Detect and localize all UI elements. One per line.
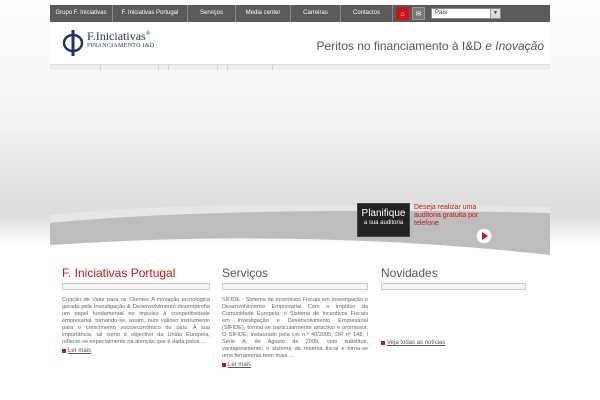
mail-icon[interactable]: ✉ bbox=[412, 7, 425, 20]
logo-mark-icon[interactable] bbox=[62, 29, 84, 57]
play-arrow-icon[interactable] bbox=[476, 228, 492, 244]
read-more-link[interactable]: Ler mais bbox=[222, 362, 368, 368]
column-text: Criação de Valor para os Clientes A inov… bbox=[62, 297, 210, 345]
sub-nav-strip bbox=[50, 65, 550, 70]
nav-item-carreiras[interactable]: Carreiras bbox=[291, 5, 341, 22]
column-title: F. Iniciativas Portugal bbox=[62, 266, 176, 280]
logo-name: F.Iniciativas® bbox=[87, 29, 151, 43]
nav-item-grupo[interactable]: Grupo F. Iniciativas bbox=[50, 5, 113, 22]
audit-cta-box[interactable]: Planifique a sua auditoria bbox=[357, 203, 410, 237]
column-novidades: Novidades Veja todas as notícias bbox=[381, 266, 526, 346]
cta-title: Planifique bbox=[361, 208, 406, 219]
country-select[interactable]: País ▼ bbox=[431, 8, 501, 19]
bullet-icon bbox=[381, 341, 385, 345]
nav-item-contactos[interactable]: Contactos bbox=[341, 5, 393, 22]
cta-text: Deseja realizar uma auditoria gratuita p… bbox=[414, 204, 479, 227]
column-divider bbox=[62, 283, 210, 290]
tagline: Peritos no financiamento à I&D e Inovaçã… bbox=[316, 39, 544, 53]
read-more-link[interactable]: Ler mais bbox=[62, 348, 210, 354]
logo-subtitle: FINANCIAMENTO I&D bbox=[87, 43, 155, 49]
nav-item-media-center[interactable]: Media center bbox=[236, 5, 291, 22]
column-title: Novidades bbox=[381, 266, 438, 280]
column-portugal: F. Iniciativas Portugal Criação de Valor… bbox=[62, 266, 210, 354]
column-text: SIFIDE - Sistema de Incentivos Fiscais e… bbox=[222, 297, 368, 359]
country-select-value: País bbox=[435, 10, 448, 16]
home-icon[interactable]: ⌂ bbox=[396, 7, 409, 20]
chevron-down-icon: ▼ bbox=[490, 9, 500, 18]
column-divider bbox=[222, 283, 368, 290]
nav-item-portugal[interactable]: F. Iniciativas Portugal bbox=[113, 5, 188, 22]
top-nav: Grupo F. Iniciativas F. Iniciativas Port… bbox=[50, 5, 550, 22]
nav-item-servicos[interactable]: Serviços bbox=[188, 5, 236, 22]
header: F.Iniciativas® FINANCIAMENTO I&D Peritos… bbox=[50, 22, 550, 65]
bullet-icon bbox=[62, 349, 66, 353]
all-news-link[interactable]: Veja todas as notícias bbox=[381, 340, 526, 346]
cta-subtitle: a sua auditoria bbox=[363, 220, 404, 226]
column-divider bbox=[381, 283, 526, 290]
column-title: Serviços bbox=[222, 266, 269, 280]
bullet-icon bbox=[222, 363, 226, 367]
column-servicos: Serviços SIFIDE - Sistema de Incentivos … bbox=[222, 266, 368, 368]
